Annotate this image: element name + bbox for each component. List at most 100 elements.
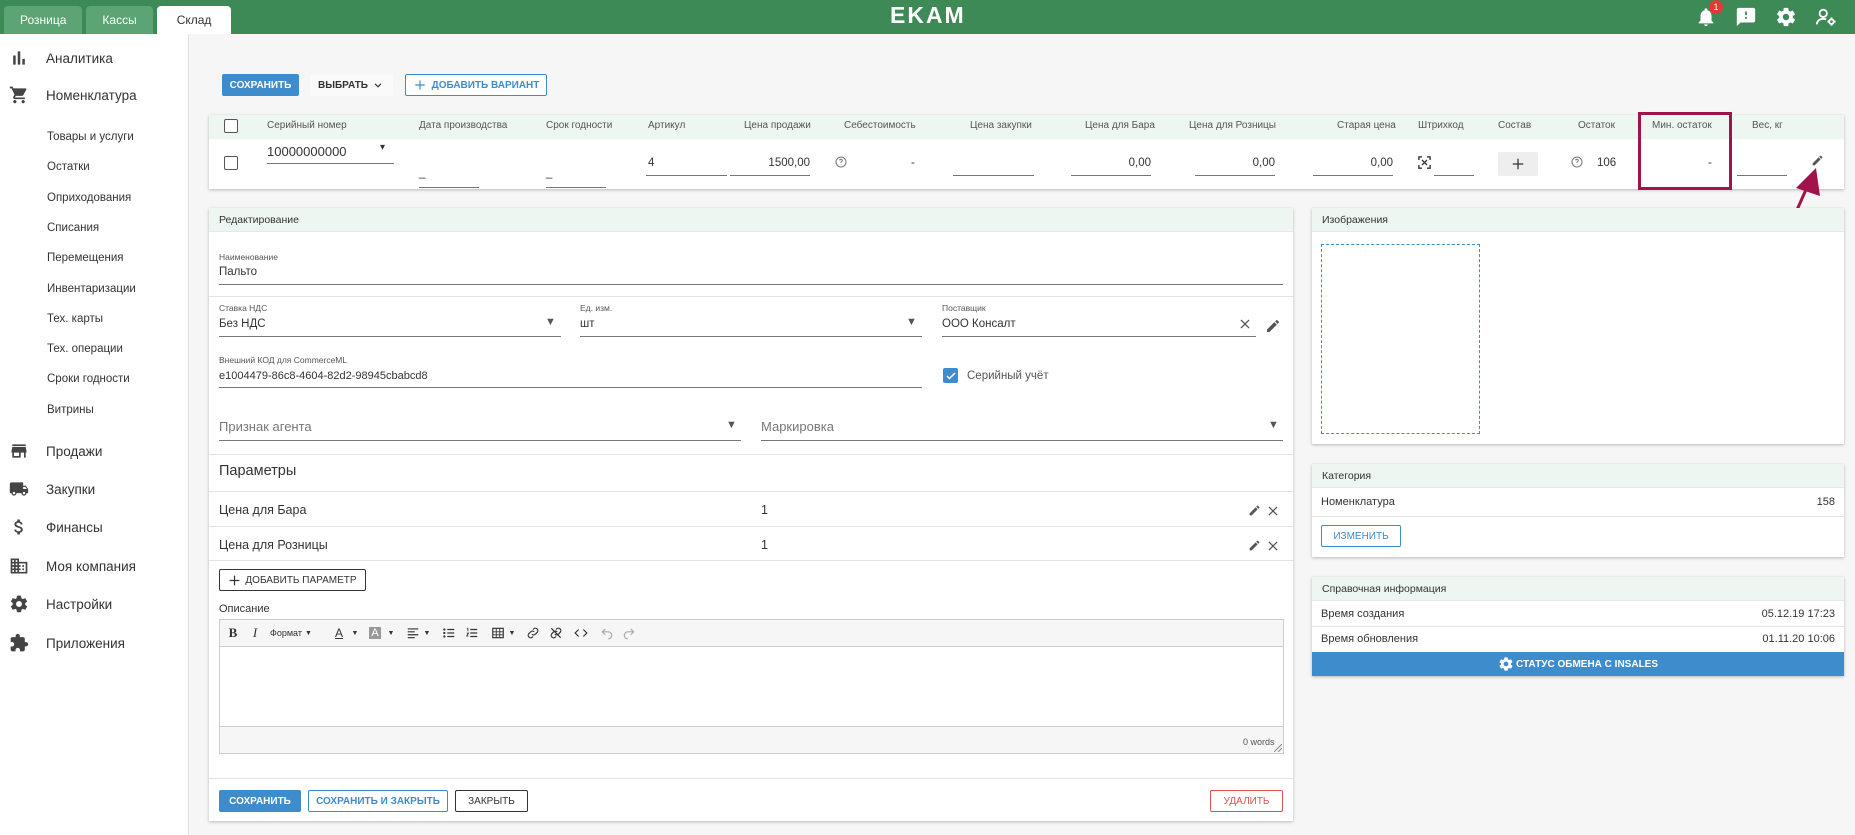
delete-param-close-icon[interactable]	[1266, 504, 1280, 518]
save-button[interactable]: СОХРАНИТЬ	[222, 74, 299, 96]
user-settings-icon[interactable]	[1815, 6, 1837, 28]
sidebar-item-label: Продажи	[46, 443, 103, 459]
align-caret-icon[interactable]: ▼	[418, 624, 436, 642]
sidebar-subitem-tech-operations[interactable]: Тех. операции	[47, 341, 123, 357]
text-color-caret-icon[interactable]: ▼	[346, 624, 364, 642]
row-checkbox[interactable]	[224, 156, 238, 170]
name-input[interactable]: Пальто	[219, 266, 257, 278]
sidebar-item-settings[interactable]: Настройки	[0, 588, 189, 620]
choose-dropdown-button[interactable]: ВЫБРАТЬ	[310, 74, 393, 96]
editor-content-area[interactable]	[220, 647, 1283, 728]
numbered-list-icon[interactable]	[463, 624, 481, 642]
close-button[interactable]: ЗАКРЫТЬ	[455, 790, 528, 812]
retail-price-input[interactable]: 0,00	[1195, 157, 1275, 169]
sidebar-item-sales[interactable]: Продажи	[0, 435, 189, 467]
sidebar-item-apps[interactable]: Приложения	[0, 627, 189, 659]
add-parameter-button[interactable]: ДОБАВИТЬ ПАРАМЕТР	[219, 569, 366, 591]
settings-gear-icon[interactable]	[1775, 6, 1797, 28]
supplier-input[interactable]: ООО Консалт	[942, 318, 1016, 330]
feedback-icon[interactable]	[1735, 6, 1757, 28]
background-color-caret-icon[interactable]: ▼	[382, 624, 400, 642]
ekam-logo[interactable]: EKAM	[890, 2, 966, 29]
vat-select[interactable]: Без НДС	[219, 318, 266, 330]
sidebar-item-nomenclature[interactable]: Номенклатура	[0, 79, 189, 111]
redo-icon[interactable]	[620, 624, 638, 642]
link-icon[interactable]	[524, 624, 542, 642]
select-all-checkbox[interactable]	[224, 119, 238, 133]
updated-label: Время обновления	[1321, 633, 1419, 645]
marking-dropdown-arrow[interactable]: ▼	[1268, 419, 1279, 431]
sidebar-subitem-expiry-dates[interactable]: Сроки годности	[47, 371, 130, 387]
sidebar-item-analytics[interactable]: Аналитика	[0, 42, 189, 74]
tab-retail[interactable]: Розница	[4, 6, 83, 34]
old-price-input[interactable]: 0,00	[1313, 157, 1393, 169]
sidebar-subitem-showcases[interactable]: Витрины	[47, 402, 94, 418]
sidebar-item-finance[interactable]: Финансы	[0, 511, 189, 543]
divider	[1312, 516, 1844, 517]
gear-icon	[1499, 657, 1513, 671]
param-value: 1	[761, 503, 768, 517]
tab-warehouse[interactable]: Склад	[156, 6, 232, 34]
article-input[interactable]: 4	[648, 157, 654, 169]
sidebar-subitem-inventory[interactable]: Инвентаризации	[47, 281, 136, 297]
serial-accounting-checkbox[interactable]	[943, 368, 958, 383]
insales-exchange-status-button[interactable]: СТАТУС ОБМЕНА С INSALES	[1312, 652, 1844, 676]
sidebar-subitem-stock[interactable]: Остатки	[47, 159, 90, 175]
source-code-icon[interactable]	[572, 624, 590, 642]
production-date-input[interactable]: _	[419, 167, 425, 179]
table-caret-icon[interactable]: ▼	[503, 624, 521, 642]
unit-dropdown-arrow[interactable]: ▼	[906, 316, 917, 328]
column-header-bar-price: Цена для Бара	[1085, 120, 1155, 131]
add-composition-button[interactable]	[1498, 152, 1538, 176]
column-header-article: Артикул	[648, 120, 686, 131]
edit-param-pencil-icon[interactable]	[1248, 504, 1261, 517]
serial-dropdown-arrow[interactable]: ▾	[380, 142, 385, 153]
add-variant-label: ДОБАВИТЬ ВАРИАНТ	[431, 79, 540, 91]
help-circle-icon[interactable]	[835, 156, 847, 168]
category-card: Категория Номенклатура 158 ИЗМЕНИТЬ	[1312, 464, 1844, 557]
save-and-close-button[interactable]: СОХРАНИТЬ И ЗАКРЫТЬ	[308, 790, 448, 812]
change-category-button[interactable]: ИЗМЕНИТЬ	[1321, 525, 1401, 547]
unit-select[interactable]: шт	[580, 318, 595, 330]
format-dropdown[interactable]: Формат ▼	[270, 625, 324, 641]
save-bottom-button[interactable]: СОХРАНИТЬ	[219, 790, 301, 812]
bold-icon[interactable]: B	[224, 624, 242, 642]
unit-label: Ед. изм.	[580, 303, 613, 313]
edit-supplier-pencil-icon[interactable]	[1265, 318, 1281, 334]
sidebar-subitem-goods[interactable]: Товары и услуги	[47, 129, 134, 145]
expiry-date-input[interactable]: _	[546, 167, 552, 179]
agent-sign-dropdown-arrow[interactable]: ▼	[726, 419, 737, 431]
italic-icon[interactable]: I	[246, 624, 264, 642]
column-header-retail-price: Цена для Розницы	[1189, 120, 1276, 131]
unlink-icon[interactable]	[547, 624, 565, 642]
image-upload-dropzone[interactable]	[1321, 244, 1480, 434]
agent-sign-select[interactable]: Признак агента	[219, 419, 312, 434]
sidebar-subitem-receipts[interactable]: Оприходования	[47, 190, 131, 206]
delete-button[interactable]: УДАЛИТЬ	[1210, 790, 1283, 812]
cost-value: -	[911, 157, 915, 169]
sidebar-item-purchases[interactable]: Закупки	[0, 473, 189, 505]
purchase-price-input[interactable]	[953, 175, 1034, 176]
sidebar-subitem-transfers[interactable]: Перемещения	[47, 250, 124, 266]
sidebar-item-my-company[interactable]: Моя компания	[0, 550, 189, 582]
stock-help-icon[interactable]	[1571, 156, 1583, 168]
sidebar-subitem-writeoffs[interactable]: Списания	[47, 220, 99, 236]
marking-select[interactable]: Маркировка	[761, 419, 834, 434]
resize-handle-icon[interactable]	[1274, 744, 1282, 752]
barcode-input[interactable]	[1434, 175, 1474, 176]
external-code-input[interactable]: e1004479-86c8-4604-82d2-98945cbabcd8	[219, 370, 428, 382]
notifications-bell-icon[interactable]: 1	[1695, 0, 1723, 28]
add-variant-button[interactable]: ДОБАВИТЬ ВАРИАНТ	[405, 74, 547, 96]
clear-supplier-icon[interactable]	[1238, 317, 1252, 331]
delete-param-close-icon[interactable]	[1266, 539, 1280, 553]
edit-param-pencil-icon[interactable]	[1248, 539, 1261, 552]
sale-price-input[interactable]: 1500,00	[730, 157, 810, 169]
vat-dropdown-arrow[interactable]: ▼	[545, 316, 556, 328]
tab-registers[interactable]: Кассы	[86, 6, 153, 34]
bullet-list-icon[interactable]	[440, 624, 458, 642]
undo-icon[interactable]	[598, 624, 616, 642]
serial-number-select[interactable]: 10000000000	[267, 144, 347, 159]
sidebar-subitem-tech-cards[interactable]: Тех. карты	[47, 311, 103, 327]
bar-price-input[interactable]: 0,00	[1071, 157, 1151, 169]
barcode-scan-icon[interactable]	[1417, 155, 1432, 170]
